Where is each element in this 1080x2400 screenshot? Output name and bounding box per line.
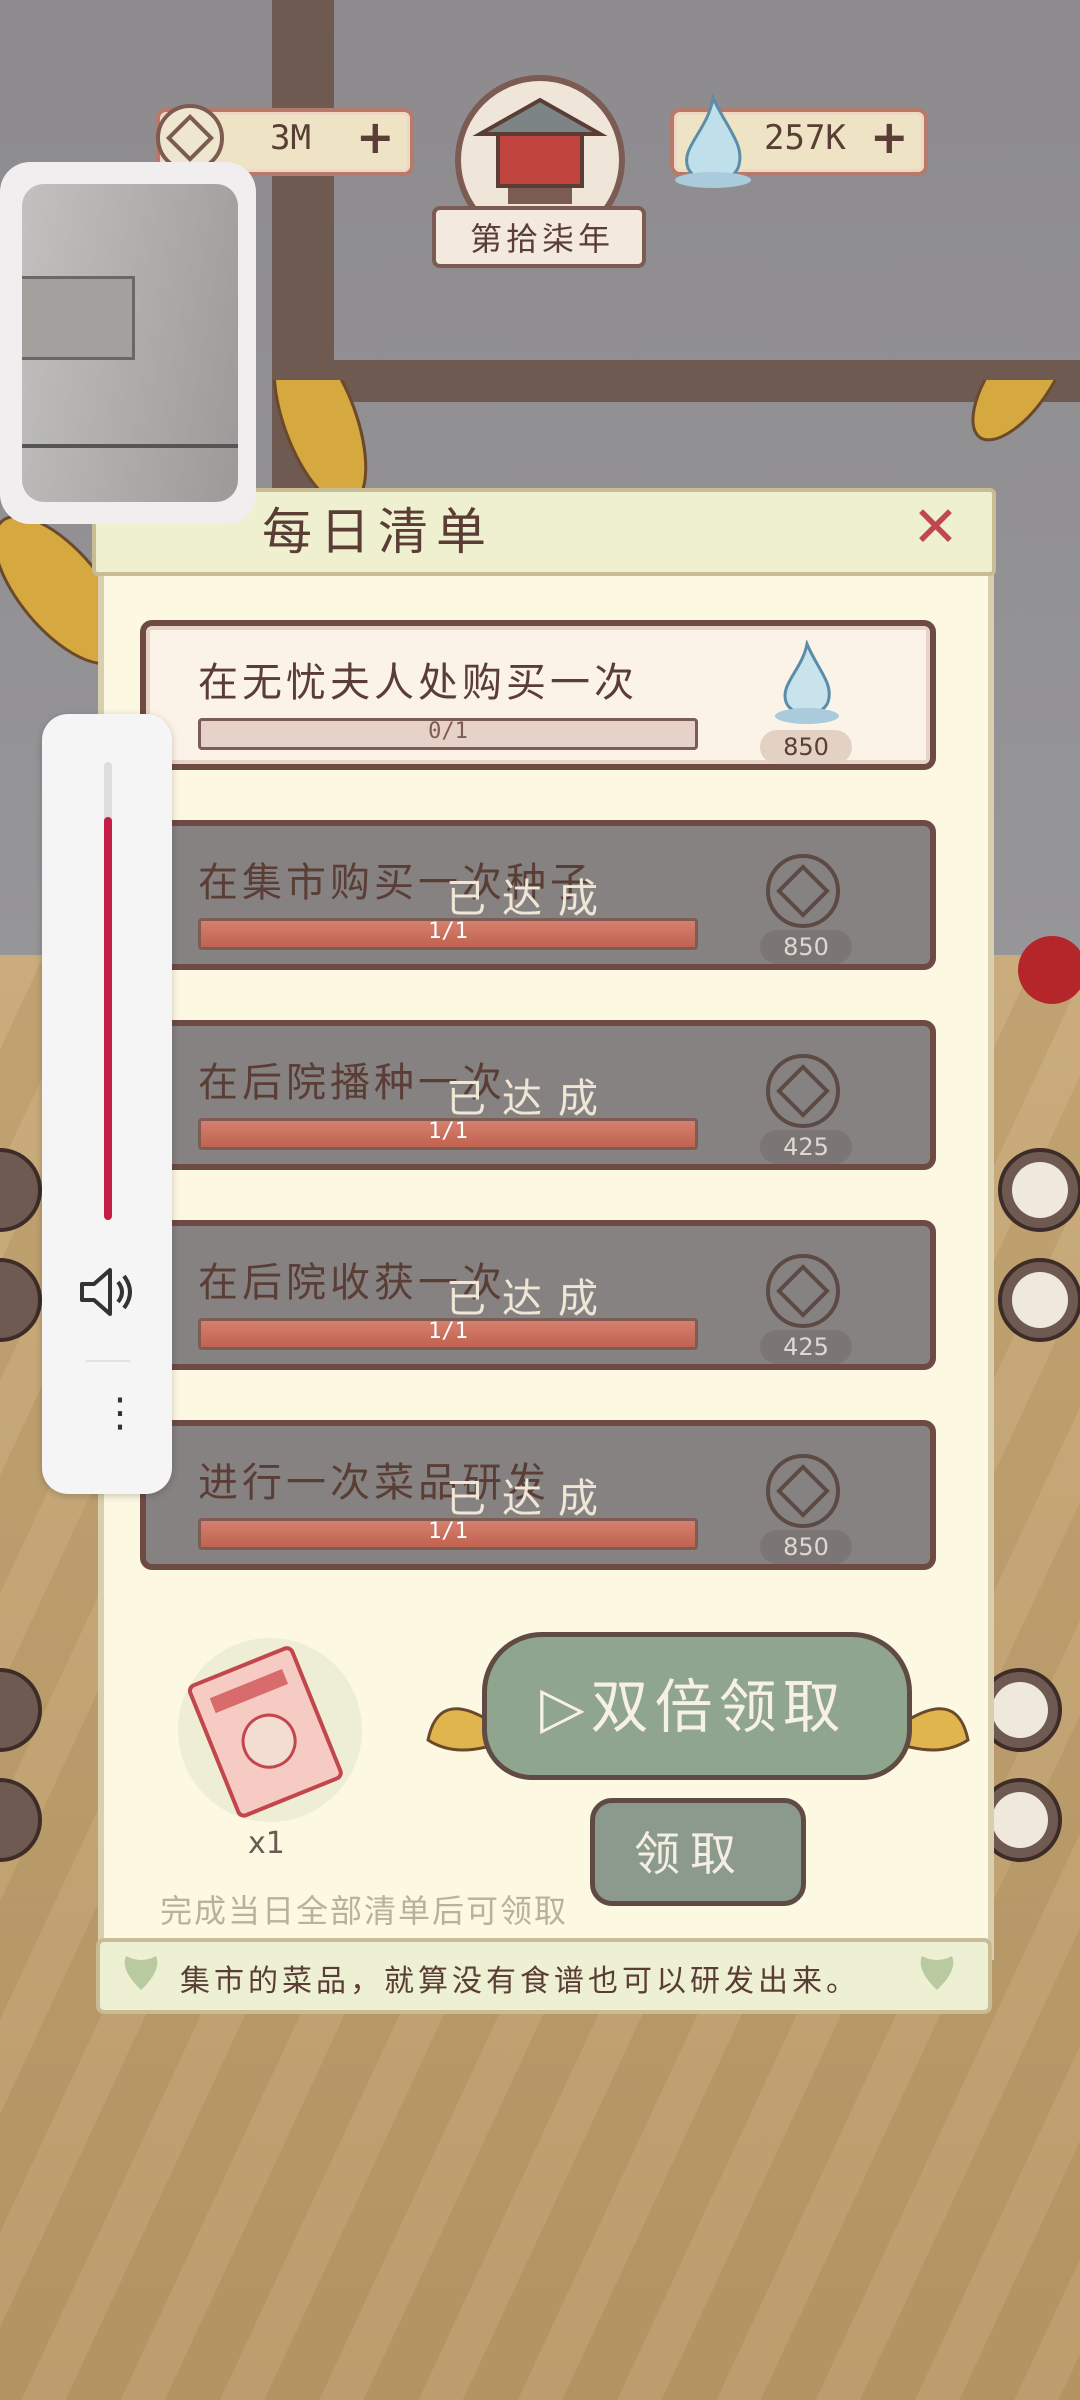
reward-amount: 425: [760, 1130, 852, 1164]
recipe-ticket-icon: [178, 1638, 362, 1822]
task-label: 在无忧夫人处购买一次: [198, 660, 638, 706]
coin-icon: [766, 1254, 840, 1328]
reward-amount: 850: [760, 730, 852, 764]
task-row: 在后院播种一次 1/1 已达成 425: [140, 1020, 936, 1170]
coin-amount: 3M: [270, 118, 311, 158]
task-row: 在集市购买一次种子 1/1 已达成 850: [140, 820, 936, 970]
close-button[interactable]: ✕: [912, 500, 959, 556]
pip-frame-line: [22, 444, 238, 448]
done-stamp: 已达成: [446, 1076, 614, 1122]
water-amount: 257K: [764, 118, 846, 158]
task-row: 进行一次菜品研发 1/1 已达成 850: [140, 1420, 936, 1570]
task-progress-text: 0/1: [428, 719, 468, 744]
pip-frame-object: [22, 276, 135, 360]
ginkgo-leaf-icon: [124, 1956, 158, 1990]
coin-icon: [766, 1454, 840, 1528]
pip-video[interactable]: [22, 184, 238, 502]
speaker-icon[interactable]: [76, 1264, 140, 1320]
claim-label: 领取: [634, 1827, 746, 1881]
task-row: 在后院收获一次 1/1 已达成 425: [140, 1220, 936, 1370]
panel-title: 每日清单: [262, 503, 494, 561]
water-drop-icon: [775, 640, 839, 724]
water-drop-icon: [675, 92, 751, 188]
reward-amount: 850: [760, 1530, 852, 1564]
reward-amount: 850: [760, 930, 852, 964]
done-stamp: 已达成: [446, 876, 614, 922]
double-claim-text: 双倍领取: [590, 1673, 847, 1741]
more-options-icon[interactable]: ⋮: [100, 1393, 140, 1433]
add-water-button[interactable]: +: [870, 114, 909, 160]
play-icon: ▷: [540, 1673, 591, 1741]
claim-hint: 完成当日全部清单后可领取: [160, 1892, 569, 1930]
coin-icon: [766, 854, 840, 928]
year-label: 第拾柒年: [470, 220, 615, 258]
done-stamp: 已达成: [446, 1276, 614, 1322]
coin-icon: [766, 1054, 840, 1128]
double-claim-label: ▷双倍领取: [540, 1660, 847, 1744]
volume-slider-fill: [104, 816, 112, 1220]
task-progress-bar: 0/1: [198, 718, 698, 750]
add-coins-button[interactable]: +: [356, 114, 395, 160]
tip-text: 集市的菜品，就算没有食谱也可以研发出来。: [180, 1964, 860, 1999]
bonus-count: x1: [248, 1826, 285, 1861]
done-stamp: 已达成: [446, 1476, 614, 1522]
volume-divider: [86, 1360, 130, 1362]
task-row[interactable]: 在无忧夫人处购买一次 0/1 850: [140, 620, 936, 770]
reward-amount: 425: [760, 1330, 852, 1364]
ginkgo-leaf-icon: [920, 1956, 954, 1990]
